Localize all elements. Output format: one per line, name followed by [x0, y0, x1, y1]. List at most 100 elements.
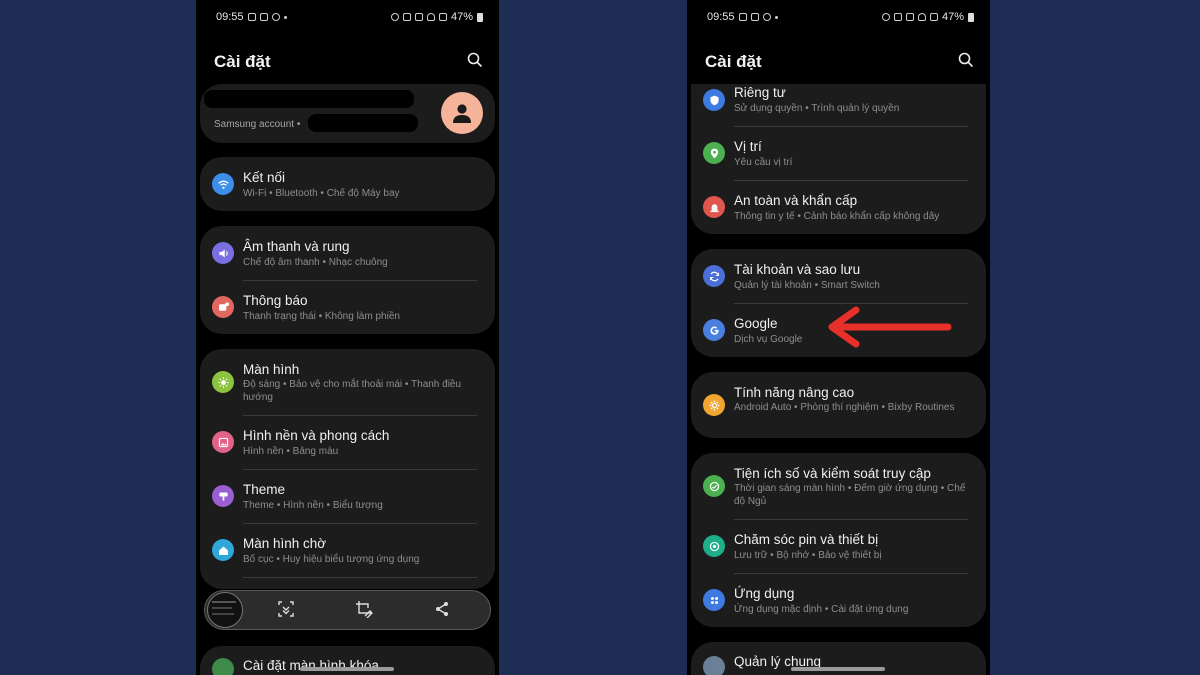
item-title: Chăm sóc pin và thiết bị [734, 532, 879, 547]
page-title: Cài đặt [214, 52, 271, 71]
share-icon [436, 602, 448, 616]
privacy-card: Riêng tư Sử dụng quyền • Trình quản lý q… [691, 84, 986, 234]
settings-item-device-care[interactable]: Chăm sóc pin và thiết bị Lưu trữ • Bộ nh… [691, 519, 986, 573]
item-title: An toàn và khẩn cấp [734, 193, 858, 208]
item-title: Tính năng nâng cao [734, 385, 855, 400]
connections-card: Kết nối Wi-Fi • Bluetooth • Chế độ Máy b… [200, 157, 495, 211]
status-bar: 09:55 47% [216, 8, 483, 26]
samsung-account-label: Samsung account • [214, 119, 301, 130]
notification-icon [212, 296, 234, 318]
screenshot-thumbnail[interactable] [207, 592, 243, 628]
item-title: Tài khoản và sao lưu [734, 262, 861, 277]
item-subtitle: Ứng dụng mặc định • Cài đặt ứng dụng [734, 604, 909, 615]
item-title: Theme [243, 482, 286, 497]
google-icon [703, 319, 725, 341]
wallpaper-icon [212, 431, 234, 453]
item-title: Vị trí [734, 139, 762, 154]
item-subtitle: Lưu trữ • Bộ nhớ • Bảo vệ thiết bị [734, 550, 882, 561]
location-icon [703, 142, 725, 164]
item-title: Kết nối [243, 170, 286, 185]
status-time: 09:55 [216, 11, 244, 23]
battery-percentage: 47% [450, 11, 473, 23]
settings-item-accounts-backup[interactable]: Tài khoản và sao lưu Quản lý tài khoản •… [691, 249, 986, 303]
edit-screenshot-button[interactable] [355, 600, 373, 619]
item-subtitle: Yêu cầu vị trí [734, 157, 793, 168]
battery-percentage: 47% [941, 11, 964, 23]
search-button[interactable] [465, 50, 485, 70]
item-title: Hình nền và phong cách [243, 428, 390, 443]
settings-item-notifications[interactable]: Thông báo Thanh trạng thái • Không làm p… [200, 280, 495, 334]
divider [243, 577, 477, 578]
item-subtitle: Android Auto • Phòng thí nghiệm • Bixby … [734, 402, 955, 413]
settings-item-connections[interactable]: Kết nối Wi-Fi • Bluetooth • Chế độ Máy b… [200, 157, 495, 211]
mute-status-icon [414, 13, 423, 21]
settings-item-safety-emergency[interactable]: An toàn và khẩn cấp Thông tin y tế • Cản… [691, 180, 986, 234]
search-button[interactable] [956, 50, 976, 70]
gesture-nav-bar[interactable] [791, 667, 885, 671]
settings-item-theme[interactable]: Theme Theme • Hình nền • Biểu tượng [200, 469, 495, 523]
home-icon [212, 539, 234, 561]
settings-item-digital-wellbeing[interactable]: Tiện ích số và kiểm soát truy cập Thời g… [691, 453, 986, 519]
page-title: Cài đặt [705, 52, 762, 71]
signal-status-icon [438, 13, 447, 21]
alarm-status-icon [881, 13, 890, 21]
item-subtitle: Hình nền • Bảng màu [243, 446, 339, 457]
samsung-account-card[interactable]: Samsung account • [200, 84, 495, 143]
settings-item-privacy[interactable]: Riêng tư Sử dụng quyền • Trình quản lý q… [691, 84, 986, 126]
item-title: Màn hình [243, 362, 300, 377]
messenger-status-icon [762, 13, 771, 21]
red-arrow-annotation [828, 306, 952, 348]
item-subtitle: Độ sáng • Bảo vệ cho mắt thoải mái • Tha… [243, 379, 462, 403]
more-status-dot [283, 15, 287, 19]
person-icon [453, 104, 471, 123]
settings-item-advanced-features[interactable]: Tính năng nâng cao Android Auto • Phòng … [691, 372, 986, 438]
settings-item-sound[interactable]: Âm thanh và rung Chế độ âm thanh • Nhạc … [200, 226, 495, 280]
scroll-capture-icon [278, 601, 294, 617]
wifi-status-icon [426, 13, 435, 21]
brightness-icon [212, 371, 234, 393]
more-status-dot [774, 15, 778, 19]
mute-status-icon [905, 13, 914, 21]
theme-icon [212, 485, 234, 507]
messenger-status-icon [271, 13, 280, 21]
gallery-status-icon [750, 13, 759, 21]
settings-item-wallpaper[interactable]: Hình nền và phong cách Hình nền • Bảng m… [200, 415, 495, 469]
alarm-status-icon [390, 13, 399, 21]
item-title: Riêng tư [734, 85, 786, 100]
sound-notification-card: Âm thanh và rung Chế độ âm thanh • Nhạc … [200, 226, 495, 334]
settings-item-home-screen[interactable]: Màn hình chờ Bố cục • Huy hiệu biểu tượn… [200, 523, 495, 577]
item-title: Màn hình chờ [243, 536, 327, 551]
item-subtitle: Bố cục • Huy hiệu biểu tượng ứng dụng [243, 554, 420, 565]
item-subtitle: Thời gian sáng màn hình • Đếm giờ ứng dụ… [734, 483, 966, 507]
notification-status-icon [247, 13, 256, 21]
gesture-nav-bar[interactable] [300, 667, 394, 671]
signal-status-icon [929, 13, 938, 21]
avatar [441, 92, 483, 134]
apps-icon [703, 589, 725, 611]
emergency-icon [703, 196, 725, 218]
share-button[interactable] [433, 600, 451, 618]
item-title: Âm thanh và rung [243, 239, 350, 254]
status-time: 09:55 [707, 11, 735, 23]
settings-item-location[interactable]: Vị trí Yêu cầu vị trí [691, 126, 986, 180]
item-subtitle: Sử dụng quyền • Trình quản lý quyền [734, 103, 900, 114]
lock-icon [212, 658, 234, 675]
scroll-capture-button[interactable] [277, 600, 295, 618]
advanced-features-card: Tính năng nâng cao Android Auto • Phòng … [691, 372, 986, 438]
item-subtitle: Wi-Fi • Bluetooth • Chế độ Máy bay [243, 188, 400, 199]
settings-item-display[interactable]: Màn hình Độ sáng • Bảo vệ cho mắt thoải … [200, 349, 495, 416]
settings-item-apps[interactable]: Ứng dụng Ứng dụng mặc định • Cài đặt ứng… [691, 573, 986, 627]
privacy-icon [703, 89, 725, 111]
search-icon [958, 52, 973, 67]
screenshot-toolbar [204, 590, 491, 630]
item-subtitle: Theme • Hình nền • Biểu tượng [243, 500, 383, 511]
item-subtitle: Thông tin y tế • Cảnh báo khẩn cấp không… [734, 211, 940, 222]
bluetooth-status-icon [893, 13, 902, 21]
item-title: Ứng dụng [734, 586, 795, 601]
wellbeing-card: Tiện ích số và kiểm soát truy cập Thời g… [691, 453, 986, 627]
advanced-icon [703, 394, 725, 416]
item-subtitle: Thanh trạng thái • Không làm phiền [243, 311, 400, 322]
item-subtitle: Quản lý tài khoản • Smart Switch [734, 280, 880, 291]
crop-edit-icon [356, 601, 373, 619]
sync-icon [703, 265, 725, 287]
